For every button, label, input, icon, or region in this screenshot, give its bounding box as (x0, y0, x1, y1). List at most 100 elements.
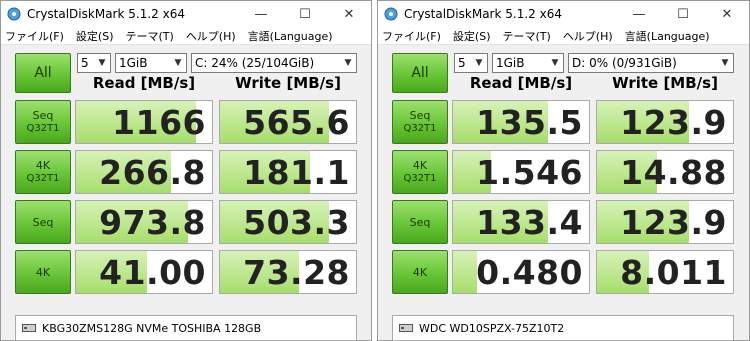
window-title: CrystalDiskMark 5.1.2 x64 (27, 7, 185, 21)
crystaldiskmark-icon (384, 7, 398, 21)
write-value: 123.9 (620, 102, 727, 142)
menu-language[interactable]: 言語(Language) (625, 28, 710, 44)
write-value: 123.9 (620, 202, 727, 242)
4k-q32t1-button[interactable]: 4K Q32T1 (392, 150, 448, 194)
chevron-down-icon: ▼ (174, 58, 182, 68)
menu-help[interactable]: ヘルプ(H) (563, 28, 613, 44)
read-result: 266.8 (75, 150, 213, 194)
chevron-down-icon: ▼ (98, 58, 106, 68)
write-result: 123.9 (596, 100, 734, 144)
read-bar (453, 251, 478, 293)
comment-text: KBG30ZMS128G NVMe TOSHIBA 128GB (42, 321, 262, 335)
read-result: 41.00 (75, 250, 213, 294)
menu-help[interactable]: ヘルプ(H) (186, 28, 236, 44)
read-value: 0.480 (476, 252, 583, 292)
write-result: 181.1 (219, 150, 357, 194)
write-value: 565.6 (243, 102, 350, 142)
row-label: Seq (32, 109, 54, 122)
write-result: 565.6 (219, 100, 357, 144)
menu-theme[interactable]: テーマ(T) (126, 28, 174, 44)
benchmark-panel: All 5 ▼ 1GiB ▼ C: 24% (25/104GiB) ▼ Read… (1, 45, 371, 341)
seq-q32t1-button[interactable]: Seq Q32T1 (15, 100, 71, 144)
write-value: 181.1 (243, 152, 350, 192)
read-value: 41.00 (99, 252, 206, 292)
titlebar: CrystalDiskMark 5.1.2 x64 — ☐ ✕ (378, 1, 749, 27)
window-left: CrystalDiskMark 5.1.2 x64 — ☐ ✕ ファイル(F) … (0, 0, 372, 341)
row-sublabel: Q32T1 (26, 123, 60, 134)
chevron-down-icon: ▼ (551, 58, 559, 68)
write-value: 14.88 (620, 152, 727, 192)
read-result: 973.8 (75, 200, 213, 244)
read-result: 135.5 (452, 100, 590, 144)
write-result: 123.9 (596, 200, 734, 244)
titlebar: CrystalDiskMark 5.1.2 x64 — ☐ ✕ (1, 1, 371, 27)
drive-icon (399, 324, 413, 332)
menu-theme[interactable]: テーマ(T) (503, 28, 551, 44)
row-sublabel: Q32T1 (403, 123, 437, 134)
menu-file[interactable]: ファイル(F) (5, 28, 64, 44)
menu-language[interactable]: 言語(Language) (248, 28, 333, 44)
menu-settings[interactable]: 設定(S) (453, 28, 491, 44)
write-header: Write [MB/s] (235, 74, 341, 92)
write-value: 8.011 (620, 252, 727, 292)
drive-value: C: 24% (25/104GiB) (195, 56, 315, 70)
read-value: 1.546 (476, 152, 583, 192)
drive-icon (22, 324, 36, 332)
read-value: 133.4 (476, 202, 583, 242)
row-label: 4K (35, 159, 51, 172)
menubar: ファイル(F) 設定(S) テーマ(T) ヘルプ(H) 言語(Language) (378, 27, 749, 45)
read-value: 135.5 (476, 102, 583, 142)
chevron-down-icon: ▼ (475, 58, 483, 68)
count-value: 5 (458, 56, 466, 70)
minimize-icon[interactable]: — (239, 1, 283, 27)
size-select[interactable]: 1GiB ▼ (492, 53, 564, 73)
row-label: Seq (32, 215, 54, 229)
count-value: 5 (81, 56, 89, 70)
seq-button[interactable]: Seq (392, 200, 448, 244)
size-value: 1GiB (119, 56, 148, 70)
maximize-icon[interactable]: ☐ (661, 1, 705, 27)
read-result: 1.546 (452, 150, 590, 194)
window-right: CrystalDiskMark 5.1.2 x64 — ☐ ✕ ファイル(F) … (377, 0, 750, 341)
crystaldiskmark-icon (7, 7, 21, 21)
write-result: 8.011 (596, 250, 734, 294)
4k-button[interactable]: 4K (15, 250, 71, 294)
window-title: CrystalDiskMark 5.1.2 x64 (404, 7, 562, 21)
chevron-down-icon: ▼ (344, 58, 352, 68)
chevron-down-icon: ▼ (721, 58, 729, 68)
all-button[interactable]: All (15, 53, 71, 93)
comment-field[interactable]: WDC WD10SPZX-75Z10T2 (392, 315, 734, 341)
4k-q32t1-button[interactable]: 4K Q32T1 (15, 150, 71, 194)
4k-button[interactable]: 4K (392, 250, 448, 294)
read-header: Read [MB/s] (92, 74, 196, 92)
write-result: 503.3 (219, 200, 357, 244)
all-button[interactable]: All (392, 53, 448, 93)
write-value: 73.28 (243, 252, 350, 292)
drive-value: D: 0% (0/931GiB) (572, 56, 677, 70)
row-label: Seq (409, 215, 431, 229)
menu-settings[interactable]: 設定(S) (76, 28, 114, 44)
read-value: 266.8 (99, 152, 206, 192)
comment-field[interactable]: KBG30ZMS128G NVMe TOSHIBA 128GB (15, 315, 357, 341)
maximize-icon[interactable]: ☐ (283, 1, 327, 27)
read-value: 1166 (112, 102, 206, 142)
count-select[interactable]: 5 ▼ (454, 53, 488, 73)
seq-q32t1-button[interactable]: Seq Q32T1 (392, 100, 448, 144)
close-icon[interactable]: ✕ (327, 1, 371, 27)
comment-text: WDC WD10SPZX-75Z10T2 (419, 321, 565, 335)
minimize-icon[interactable]: — (617, 1, 661, 27)
row-label: 4K (412, 159, 428, 172)
row-sublabel: Q32T1 (403, 173, 437, 184)
close-icon[interactable]: ✕ (705, 1, 749, 27)
count-select[interactable]: 5 ▼ (77, 53, 111, 73)
menubar: ファイル(F) 設定(S) テーマ(T) ヘルプ(H) 言語(Language) (1, 27, 371, 45)
read-result: 0.480 (452, 250, 590, 294)
write-value: 503.3 (243, 202, 350, 242)
row-sublabel: Q32T1 (26, 173, 60, 184)
drive-select[interactable]: C: 24% (25/104GiB) ▼ (191, 53, 357, 73)
read-value: 973.8 (99, 202, 206, 242)
menu-file[interactable]: ファイル(F) (382, 28, 441, 44)
seq-button[interactable]: Seq (15, 200, 71, 244)
size-select[interactable]: 1GiB ▼ (115, 53, 187, 73)
drive-select[interactable]: D: 0% (0/931GiB) ▼ (568, 53, 734, 73)
